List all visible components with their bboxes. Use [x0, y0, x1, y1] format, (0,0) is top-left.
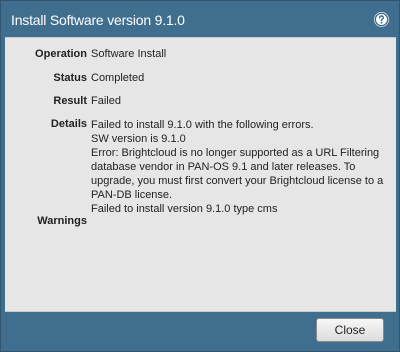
status-label: Status: [53, 72, 87, 84]
dialog-titlebar: Install Software version 9.1.0: [1, 1, 399, 37]
details-line: Error: Brightcloud is no longer supporte…: [91, 147, 380, 159]
close-button[interactable]: Close: [316, 318, 384, 342]
dialog-title: Install Software version 9.1.0: [11, 12, 185, 28]
install-software-dialog: Install Software version 9.1.0 Operation…: [0, 0, 400, 352]
help-icon[interactable]: [374, 12, 389, 27]
details-line: PAN-DB license.: [91, 189, 173, 201]
dialog-content: Operation Software Install Status Comple…: [5, 37, 396, 312]
details-line: Failed to install 9.1.0 with the followi…: [91, 119, 314, 131]
details-line: upgrade, you must first convert your Bri…: [91, 175, 384, 187]
warnings-label: Warnings: [37, 215, 87, 227]
details-line: database vendor in PAN-OS 9.1 and later …: [91, 161, 356, 173]
result-value: Failed: [91, 95, 121, 107]
result-label: Result: [53, 95, 87, 107]
operation-label: Operation: [35, 48, 87, 60]
details-line: SW version is 9.1.0: [91, 133, 186, 145]
details-line: Failed to install version 9.1.0 type cms: [91, 203, 278, 215]
details-value: Failed to install 9.1.0 with the followi…: [91, 118, 391, 216]
status-value: Completed: [91, 72, 145, 84]
details-label: Details: [50, 118, 87, 130]
dialog-footer: Close: [1, 312, 399, 351]
operation-value: Software Install: [91, 48, 167, 60]
